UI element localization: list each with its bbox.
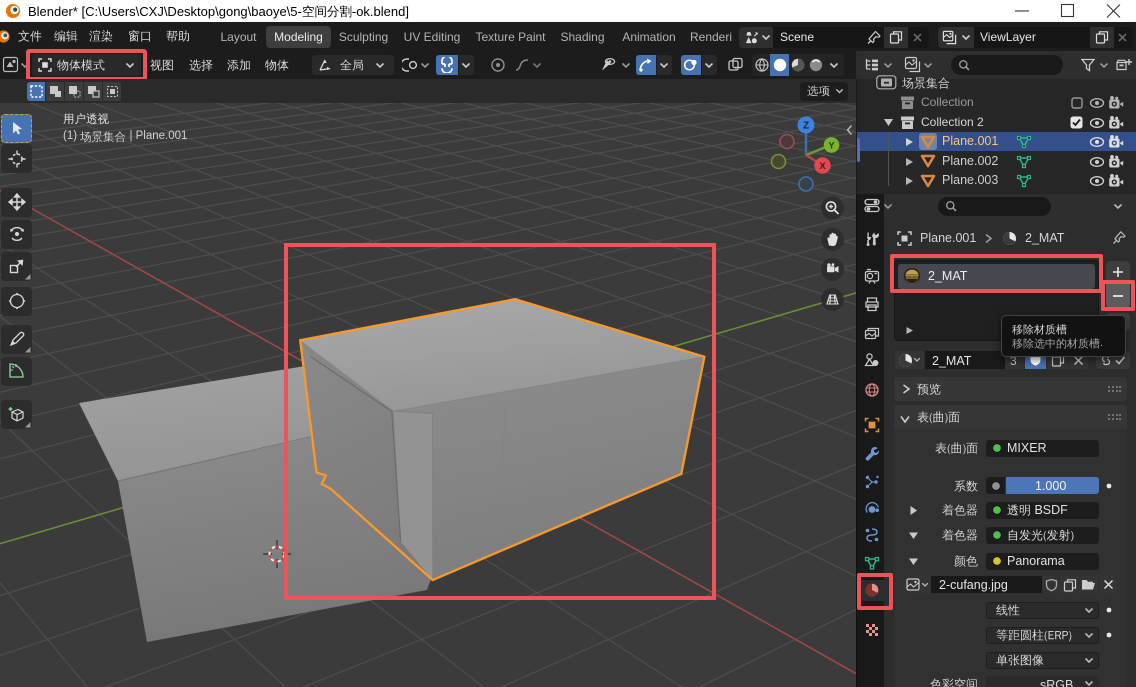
svg-text:Z: Z — [803, 121, 809, 132]
svg-text:Y: Y — [828, 140, 834, 150]
svg-text:X: X — [819, 161, 826, 172]
